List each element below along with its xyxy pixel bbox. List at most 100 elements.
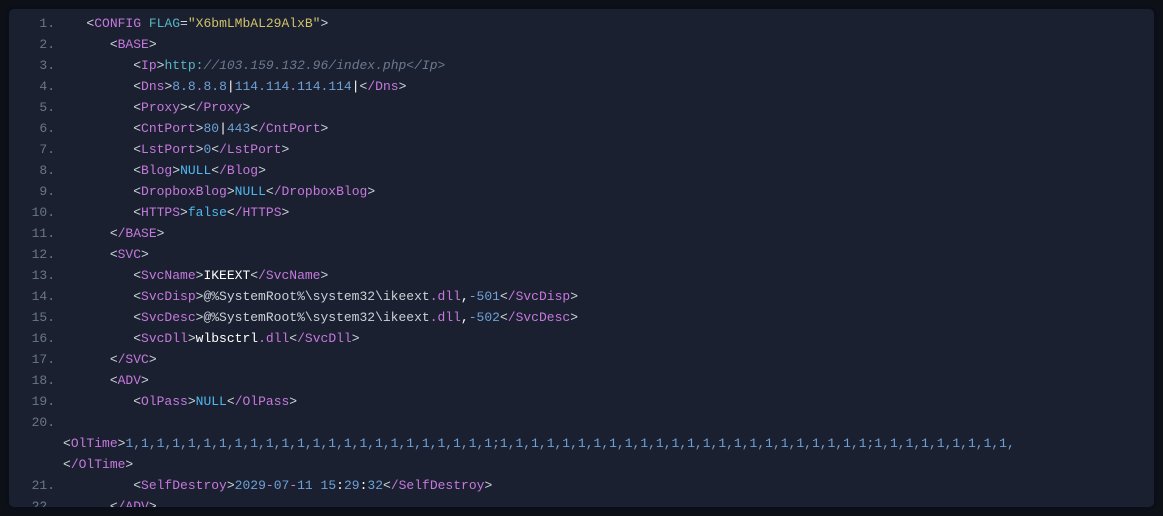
code-token: <	[133, 394, 141, 409]
code-token: BASE	[118, 37, 149, 52]
code-token: /LstPort	[219, 142, 281, 157]
indent	[63, 142, 133, 157]
line-number: 17	[9, 349, 63, 370]
code-token: =	[180, 16, 188, 31]
code-token: <	[110, 499, 118, 510]
code-token: 114.114	[297, 79, 352, 94]
code-token: ,	[461, 310, 469, 325]
code-token: /OlPass	[235, 394, 290, 409]
code-token: -	[289, 478, 297, 493]
code-line: 9 <DropboxBlog>NULL</DropboxBlog>	[9, 181, 1154, 202]
code-token: <	[250, 121, 258, 136]
code-content: <Ip>http://103.159.132.96/index.php</Ip>	[63, 55, 1154, 76]
code-token: >	[282, 142, 290, 157]
code-token: <	[250, 268, 258, 283]
code-token: //103.159.132.96/index.php</Ip>	[203, 58, 445, 73]
line-number: 8	[9, 160, 63, 181]
code-token: >	[227, 184, 235, 199]
code-line: 13 <SvcName>IKEEXT</SvcName>	[9, 265, 1154, 286]
code-token: <	[110, 352, 118, 367]
code-token: >	[570, 310, 578, 325]
code-token: <	[133, 163, 141, 178]
code-token: http:	[164, 58, 203, 73]
code-token: <	[133, 142, 141, 157]
indent	[63, 268, 133, 283]
code-token: "X6bmLMbAL29AlxB"	[188, 16, 321, 31]
code-token: /SvcDll	[297, 331, 352, 346]
code-token: /Proxy	[196, 100, 243, 115]
code-token: wlbsctrl	[196, 331, 258, 346]
code-token: <	[110, 37, 118, 52]
code-token: >	[282, 205, 290, 220]
code-token	[313, 478, 321, 493]
code-token: 15	[321, 478, 337, 493]
code-token: >	[289, 394, 297, 409]
code-token: <	[211, 142, 219, 157]
code-token: SvcName	[141, 268, 196, 283]
code-token: /HTTPS	[235, 205, 282, 220]
code-token: <	[133, 289, 141, 304]
indent	[63, 289, 133, 304]
code-line: 10 <HTTPS>false</HTTPS>	[9, 202, 1154, 223]
code-token: >	[484, 478, 492, 493]
code-content: <LstPort>0</LstPort>	[63, 139, 1154, 160]
code-token: Dns	[141, 79, 164, 94]
code-token: <	[133, 100, 141, 115]
code-token: ><	[180, 100, 196, 115]
code-token: >	[149, 352, 157, 367]
code-token: <	[133, 478, 141, 493]
code-content: </OlTime>	[63, 454, 1154, 475]
line-number: 21	[9, 475, 63, 496]
code-content: <SVC>	[63, 244, 1154, 265]
code-token: Blog	[141, 163, 172, 178]
line-number: 14	[9, 286, 63, 307]
indent	[63, 499, 110, 510]
code-token: false	[188, 205, 227, 220]
code-token: /SvcName	[258, 268, 320, 283]
line-number: 13	[9, 265, 63, 286]
indent	[63, 205, 133, 220]
code-token: -502	[469, 310, 500, 325]
code-container[interactable]: 1 <CONFIG FLAG="X6bmLMbAL29AlxB">2 <BASE…	[9, 13, 1154, 510]
code-content: </SVC>	[63, 349, 1154, 370]
code-token: dll	[266, 331, 289, 346]
code-token: /DropboxBlog	[274, 184, 368, 199]
indent	[63, 58, 133, 73]
code-content: <Blog>NULL</Blog>	[63, 160, 1154, 181]
code-token: .	[430, 289, 438, 304]
code-token: CntPort	[141, 121, 196, 136]
code-token: 8.8	[203, 79, 226, 94]
code-content: <OlPass>NULL</OlPass>	[63, 391, 1154, 412]
line-number: 20	[9, 412, 63, 433]
code-token: <	[133, 58, 141, 73]
code-token: /OlTime	[71, 457, 126, 472]
code-content: <DropboxBlog>NULL</DropboxBlog>	[63, 181, 1154, 202]
code-line: 1 <CONFIG FLAG="X6bmLMbAL29AlxB">	[9, 13, 1154, 34]
code-token: |	[352, 79, 360, 94]
code-token: >	[180, 205, 188, 220]
code-token: 2029	[235, 478, 266, 493]
code-token: <	[211, 163, 219, 178]
code-line: 0<OlTime>1,1,1,1,1,1,1,1,1,1,1,1,1,1,1,1…	[9, 433, 1154, 454]
code-token: >	[321, 121, 329, 136]
line-number: 22	[9, 496, 63, 510]
line-number: 3	[9, 55, 63, 76]
code-token: >	[141, 247, 149, 262]
indent	[63, 310, 133, 325]
code-token: >	[157, 226, 165, 241]
code-line: 8 <Blog>NULL</Blog>	[9, 160, 1154, 181]
code-token: <	[110, 247, 118, 262]
indent	[63, 121, 133, 136]
code-token: <	[266, 184, 274, 199]
code-line: 22 </ADV>	[9, 496, 1154, 510]
code-line: 0</OlTime>	[9, 454, 1154, 475]
code-token: OlPass	[141, 394, 188, 409]
code-line: 2 <BASE>	[9, 34, 1154, 55]
code-token: <	[289, 331, 297, 346]
code-token: >	[141, 373, 149, 388]
indent	[63, 163, 133, 178]
code-token: <	[133, 121, 141, 136]
line-number: 7	[9, 139, 63, 160]
code-token: /ADV	[118, 499, 149, 510]
line-number: 15	[9, 307, 63, 328]
